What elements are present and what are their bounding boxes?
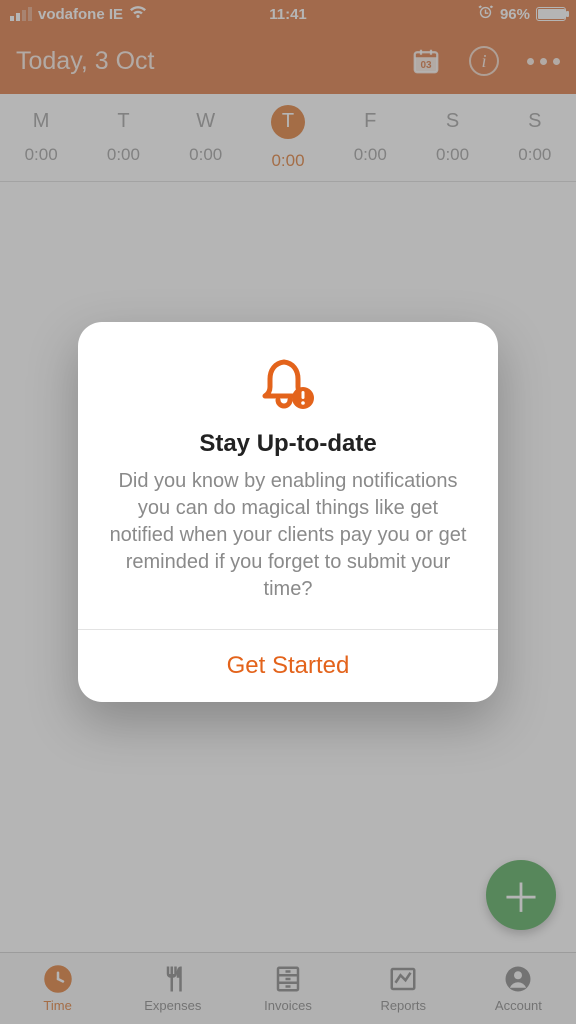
notifications-modal: Stay Up-to-date Did you know by enabling… xyxy=(78,322,498,702)
modal-title: Stay Up-to-date xyxy=(104,430,472,458)
bell-alert-icon xyxy=(104,356,472,416)
get-started-button[interactable]: Get Started xyxy=(78,630,498,702)
app-root: vodafone IE 11:41 96% Today, 3 Oct xyxy=(0,0,576,1024)
modal-body-text: Did you know by enabling notifications y… xyxy=(104,468,472,603)
